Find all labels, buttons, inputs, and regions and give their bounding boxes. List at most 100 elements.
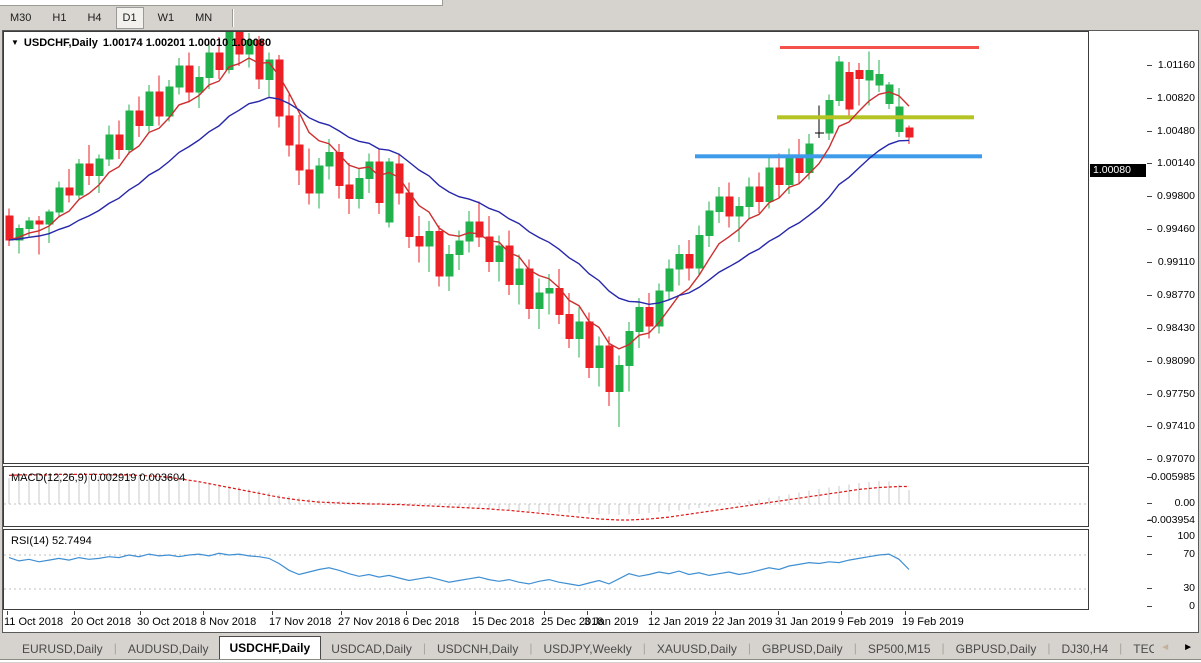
price-tick-label: 0.98090 <box>1157 355 1195 367</box>
date-tick <box>203 611 204 615</box>
date-tick <box>651 611 652 615</box>
date-tick <box>341 611 342 615</box>
tab-scroll-left-icon[interactable]: ◄ <box>1160 642 1170 653</box>
date-tick-label: 31 Jan 2019 <box>775 616 836 628</box>
timeframe-button-m30[interactable]: M30 <box>3 7 38 29</box>
date-tick <box>406 611 407 615</box>
chart-tab-gbpusd-daily[interactable]: GBPUSD,Daily <box>752 639 853 659</box>
chart-tab-eurusd-daily[interactable]: EURUSD,Daily <box>12 639 113 659</box>
price-tick-label-tick <box>1147 426 1152 427</box>
date-tick <box>905 611 906 615</box>
price-tick-label-tick <box>1147 295 1152 296</box>
timeframe-button-mn[interactable]: MN <box>188 7 219 29</box>
current-price-badge: 1.00080 <box>1090 164 1146 177</box>
chart-tab-usdjpy-weekly[interactable]: USDJPY,Weekly <box>533 639 641 659</box>
rsi-axis-label-tick <box>1147 554 1152 555</box>
rsi-line <box>9 553 909 585</box>
chart-tab-usdcad-daily[interactable]: USDCAD,Daily <box>321 639 422 659</box>
timeframe-button-w1[interactable]: W1 <box>151 7 182 29</box>
candles-layer <box>6 32 913 427</box>
resistance-line <box>780 46 979 49</box>
date-tick-label: 30 Oct 2018 <box>137 616 197 628</box>
price-tick-label: 0.97070 <box>1157 453 1195 465</box>
price-tick-label-tick <box>1147 196 1152 197</box>
date-tick-label: 27 Nov 2018 <box>338 616 400 628</box>
price-tick-label-tick <box>1147 65 1152 66</box>
price-axis[interactable]: 1.00080 1.01160 1.00820 1.00480 1.00140 0.99… <box>1089 31 1198 632</box>
timeframe-button-h4[interactable]: H4 <box>80 7 108 29</box>
price-tick-label: 0.99800 <box>1157 190 1195 202</box>
rsi-axis-label-tick <box>1147 536 1152 537</box>
timeframe-toolbar: M30 H1 H4 D1 W1 MN <box>0 6 1201 30</box>
price-tick-label-tick <box>1147 394 1152 395</box>
date-tick-label: 17 Nov 2018 <box>269 616 331 628</box>
macd-axis-label: -0.003954 <box>1148 514 1195 526</box>
chart-tab-sp500-m15[interactable]: SP500,M15 <box>858 639 941 659</box>
chart-tab-xauusd-daily[interactable]: XAUUSD,Daily <box>647 639 747 659</box>
macd-axis-label-tick <box>1147 503 1152 504</box>
price-chart-panel[interactable]: ▼ USDCHF,Daily 1.00174 1.00201 1.00010 1… <box>3 31 1089 464</box>
macd-axis-label: 0.00 <box>1175 497 1195 509</box>
price-tick-label: 0.97410 <box>1157 420 1195 432</box>
price-tick-label-tick <box>1147 361 1152 362</box>
rsi-indicator-panel[interactable]: RSI(14) 52.7494 <box>3 529 1089 610</box>
date-tick-label: 3 Jan 2019 <box>584 616 638 628</box>
price-tick-label: 1.00140 <box>1157 157 1195 169</box>
price-tick-label: 1.00820 <box>1157 92 1195 104</box>
price-tick-label: 0.98770 <box>1157 289 1195 301</box>
toolbar-separator <box>232 9 234 27</box>
chart-tab-dj30-h4[interactable]: DJ30,H4 <box>1051 639 1118 659</box>
rsi-axis-label-tick <box>1147 606 1152 607</box>
date-tick <box>140 611 141 615</box>
price-tick-label-tick <box>1147 163 1152 164</box>
chart-ohlc-values: 1.00174 1.00201 1.00010 1.00080 <box>103 37 271 49</box>
date-tick-label: 20 Oct 2018 <box>71 616 131 628</box>
tab-scroll-right-icon[interactable]: ► <box>1183 642 1193 653</box>
chart-tab-audusd-daily[interactable]: AUDUSD,Daily <box>118 639 219 659</box>
macd-indicator-panel[interactable]: MACD(12,26,9) 0.002919 0.003604 <box>3 466 1089 527</box>
timeframe-button-d1[interactable]: D1 <box>116 7 144 29</box>
chart-tab-gbpusd-daily[interactable]: GBPUSD,Daily <box>946 639 1047 659</box>
chevron-down-icon[interactable]: ▼ <box>11 39 19 47</box>
ma-fast-line <box>9 58 909 349</box>
price-tick-label: 1.00480 <box>1157 125 1195 137</box>
rsi-axis-label: 30 <box>1183 582 1195 594</box>
timeframe-button-h1[interactable]: H1 <box>45 7 73 29</box>
tab-scroll-arrows: ◄ ► <box>1154 636 1201 659</box>
rsi-axis-label: 0 <box>1189 600 1195 612</box>
date-tick-label: 22 Jan 2019 <box>712 616 773 628</box>
price-tick-label: 0.99460 <box>1157 223 1195 235</box>
chart-title: ▼ USDCHF,Daily 1.00174 1.00201 1.00010 1… <box>11 37 271 49</box>
chart-tab-usdcnh-daily[interactable]: USDCNH,Daily <box>427 639 528 659</box>
date-tick <box>778 611 779 615</box>
rsi-axis-label-tick <box>1147 588 1152 589</box>
date-tick-label: 8 Nov 2018 <box>200 616 256 628</box>
mid-line <box>777 115 974 119</box>
price-tick-label-tick <box>1147 328 1152 329</box>
chart-tab-usdchf-daily[interactable]: USDCHF,Daily <box>219 636 322 659</box>
chart-window[interactable]: ▼ USDCHF,Daily 1.00174 1.00201 1.00010 1… <box>2 30 1199 633</box>
macd-label: MACD(12,26,9) 0.002919 0.003604 <box>11 472 185 484</box>
date-tick <box>544 611 545 615</box>
price-tick-label-tick <box>1147 262 1152 263</box>
date-tick <box>587 611 588 615</box>
date-tick-label: 11 Oct 2018 <box>4 616 63 628</box>
date-tick <box>272 611 273 615</box>
candlestick-chart <box>4 32 1088 463</box>
date-tick <box>7 611 8 615</box>
price-tick-label: 0.98430 <box>1157 322 1195 334</box>
date-tick <box>841 611 842 615</box>
rsi-chart <box>4 530 1088 609</box>
mt4-window: M30 H1 H4 D1 W1 MN ▼ USDCHF,Daily 1.00174 1.0… <box>0 0 1201 663</box>
price-tick-label-tick <box>1147 459 1152 460</box>
rsi-axis-label: 100 <box>1177 530 1195 542</box>
macd-axis-label: 0.005985 <box>1151 471 1195 483</box>
date-axis[interactable]: 11 Oct 2018 20 Oct 2018 30 Oct 20188 Nov 2… <box>3 611 1089 632</box>
price-tick-label: 1.01160 <box>1158 59 1195 71</box>
support-line <box>695 154 982 158</box>
date-tick-label: 19 Feb 2019 <box>902 616 964 628</box>
price-tick-label-tick <box>1147 229 1152 230</box>
date-tick-label: 12 Jan 2019 <box>648 616 709 628</box>
rsi-label: RSI(14) 52.7494 <box>11 535 92 547</box>
price-tick-label-tick <box>1147 131 1152 132</box>
